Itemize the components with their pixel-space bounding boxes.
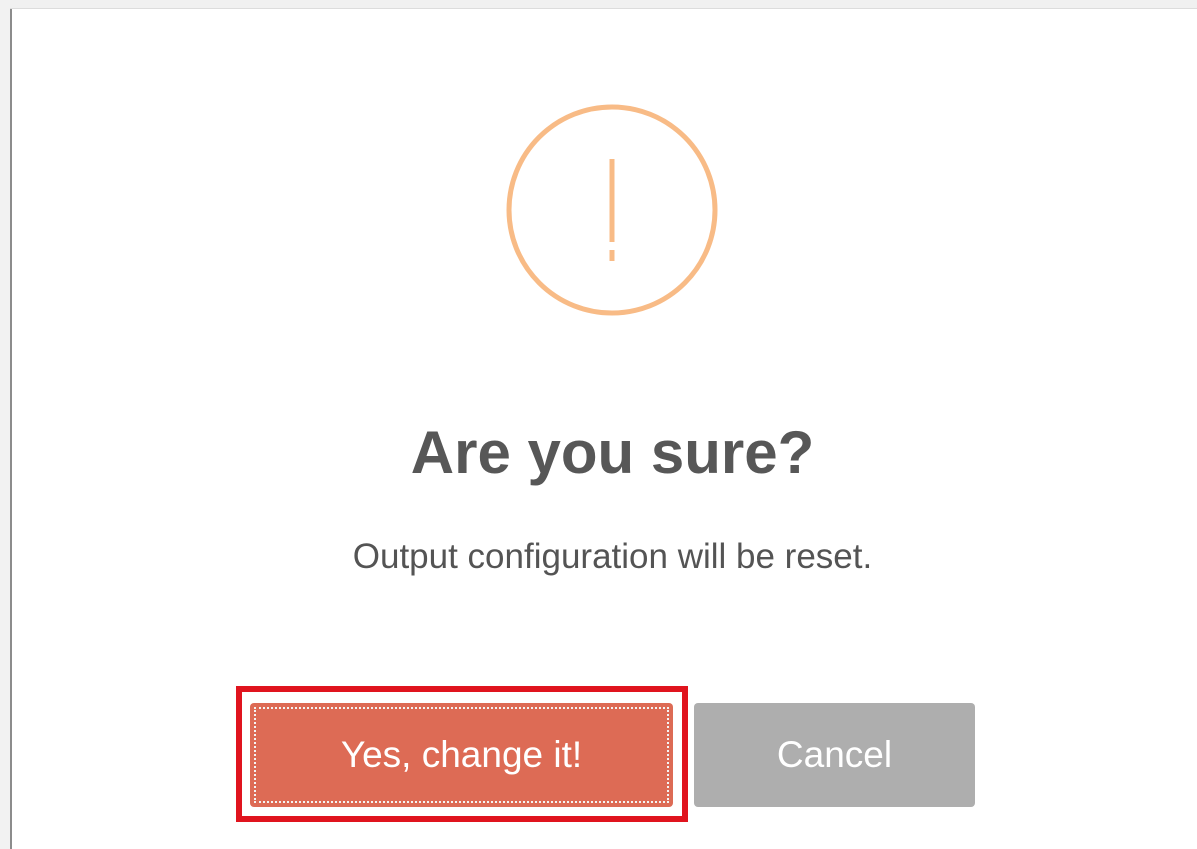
- window-top-border: [10, 0, 1197, 9]
- warning-exclamation-icon: [506, 104, 718, 316]
- dialog-title: Are you sure?: [410, 419, 815, 486]
- dialog-message: Output configuration will be reset.: [352, 537, 873, 576]
- page: Are you sure? Output configuration will …: [0, 0, 1197, 849]
- confirm-button[interactable]: Yes, change it!: [250, 703, 673, 807]
- cancel-button[interactable]: Cancel: [694, 703, 975, 807]
